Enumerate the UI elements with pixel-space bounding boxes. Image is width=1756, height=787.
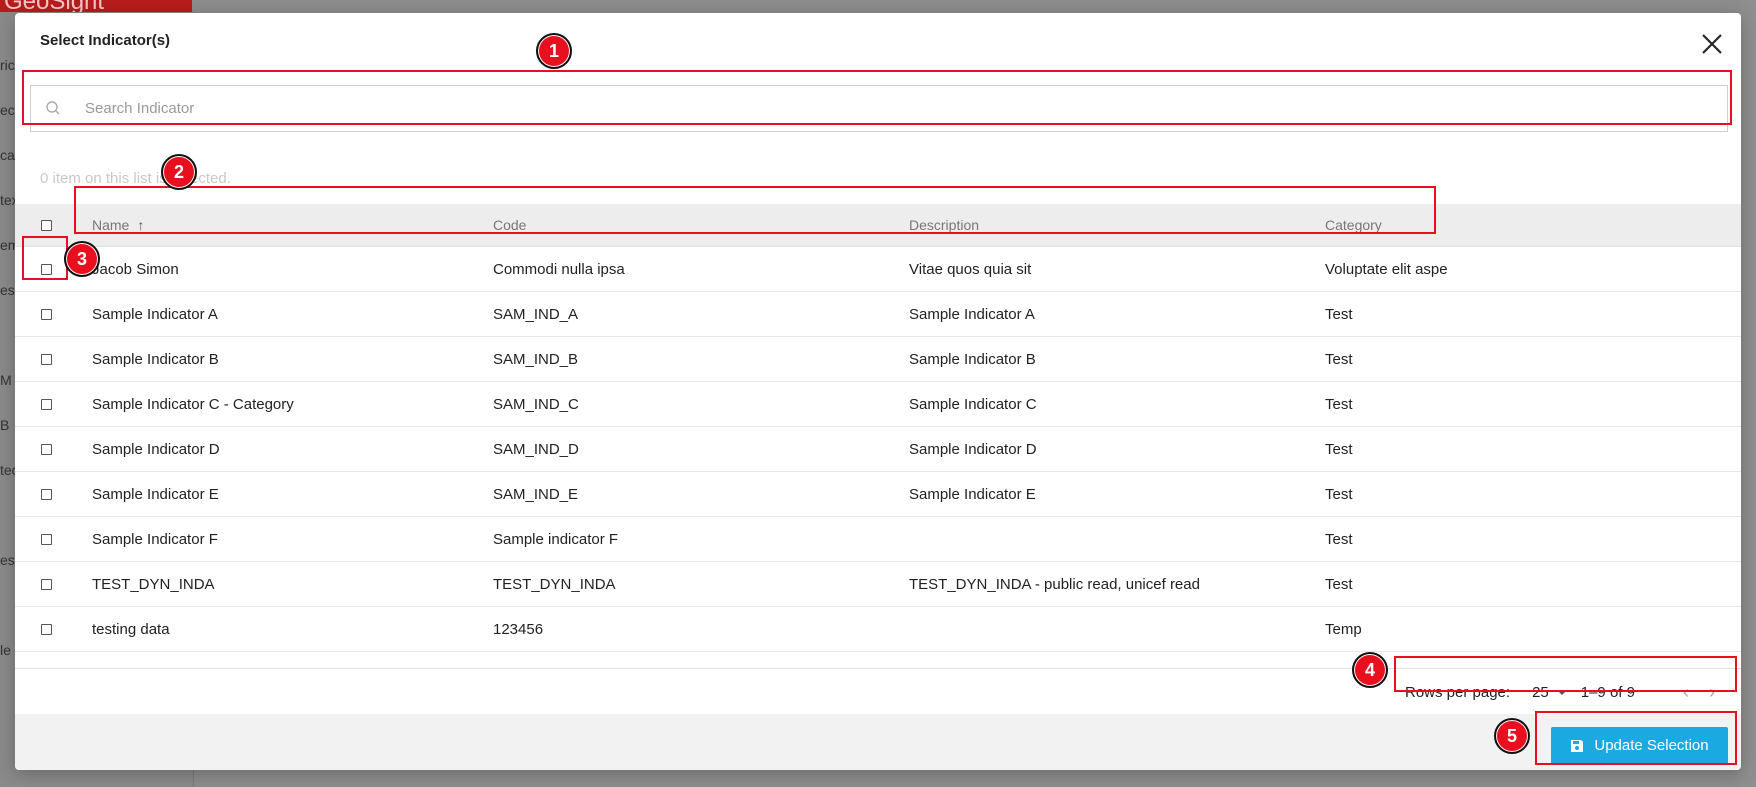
cell-category: Test xyxy=(1325,485,1353,503)
annotation-badge-4: 4 xyxy=(1352,652,1388,688)
column-header-category[interactable]: Category xyxy=(1325,217,1725,233)
search-box xyxy=(30,85,1728,132)
cell-description: Sample Indicator B xyxy=(909,350,1036,368)
cell-name: Sample Indicator C - Category xyxy=(92,395,294,413)
indicator-table: Name ↑ Code Description Category Jacob S… xyxy=(15,204,1741,652)
previous-page-button[interactable]: ‹ xyxy=(1673,677,1699,707)
cell-code: Sample indicator F xyxy=(493,530,619,548)
pagination: Rows per page: 25 1–9 of 9 ‹ › xyxy=(1405,669,1725,715)
cell-description: Sample Indicator E xyxy=(909,485,1036,503)
column-header-description[interactable]: Description xyxy=(909,217,1325,233)
row-checkbox[interactable] xyxy=(40,623,52,635)
cell-description: Vitae quos quia sit xyxy=(909,260,1032,278)
column-header-code[interactable]: Code xyxy=(493,217,909,233)
cell-code: TEST_DYN_INDA xyxy=(493,575,616,593)
table-pagination-bar: Rows per page: 25 1–9 of 9 ‹ › xyxy=(15,668,1741,714)
cell-category: Test xyxy=(1325,575,1353,593)
cell-name: Sample Indicator B xyxy=(92,350,219,368)
dialog-title: Select Indicator(s) xyxy=(40,32,171,49)
table-row[interactable]: Sample Indicator A SAM_IND_A Sample Indi… xyxy=(15,292,1741,337)
cell-code: 123456 xyxy=(493,620,544,638)
row-checkbox[interactable] xyxy=(40,398,52,410)
annotation-badge-2: 2 xyxy=(161,154,197,190)
row-checkbox[interactable] xyxy=(40,443,52,455)
table-row[interactable]: Jacob Simon Commodi nulla ipsa Vitae quo… xyxy=(15,247,1741,292)
selection-info: 0 item on this list is selected. xyxy=(40,170,231,187)
background-right-panel xyxy=(1740,0,1756,787)
row-checkbox[interactable] xyxy=(40,263,52,275)
row-checkbox[interactable] xyxy=(40,578,52,590)
cell-name: Sample Indicator D xyxy=(92,440,220,458)
cell-code: SAM_IND_C xyxy=(493,395,579,413)
row-checkbox[interactable] xyxy=(40,533,52,545)
cell-category: Test xyxy=(1325,305,1353,323)
cell-description: Sample Indicator D xyxy=(909,440,1037,458)
table-row[interactable]: testing data 123456 Temp xyxy=(15,607,1741,652)
dialog-footer: Update Selection xyxy=(15,714,1741,770)
select-all-cell xyxy=(15,219,77,231)
pagination-range: 1–9 of 9 xyxy=(1580,683,1635,701)
cell-category: Test xyxy=(1325,440,1353,458)
cell-description: Sample Indicator A xyxy=(909,305,1035,323)
row-checkbox[interactable] xyxy=(40,353,52,365)
table-row[interactable]: TEST_DYN_INDA TEST_DYN_INDA TEST_DYN_IND… xyxy=(15,562,1741,607)
cell-description: TEST_DYN_INDA - public read, unicef read xyxy=(909,575,1200,593)
column-header-name[interactable]: Name ↑ xyxy=(77,217,493,233)
select-all-checkbox[interactable] xyxy=(40,219,52,231)
close-button[interactable] xyxy=(1695,27,1729,61)
annotation-badge-3: 3 xyxy=(64,241,100,277)
table-row[interactable]: Sample Indicator B SAM_IND_B Sample Indi… xyxy=(15,337,1741,382)
cell-code: SAM_IND_B xyxy=(493,350,579,368)
table-header: Name ↑ Code Description Category xyxy=(15,204,1741,247)
table-row[interactable]: Sample Indicator E SAM_IND_E Sample Indi… xyxy=(15,472,1741,517)
cell-name: Sample Indicator A xyxy=(92,305,218,323)
close-icon xyxy=(1702,34,1722,54)
cell-name: Jacob Simon xyxy=(92,260,179,278)
cell-name: Sample Indicator E xyxy=(92,485,219,503)
cell-code: SAM_IND_D xyxy=(493,440,579,458)
rows-per-page-select[interactable]: 25 xyxy=(1532,684,1549,701)
search-input[interactable] xyxy=(85,86,1685,131)
next-page-button[interactable]: › xyxy=(1699,677,1725,707)
rows-per-page-label: Rows per page: xyxy=(1405,683,1511,701)
chevron-down-icon[interactable] xyxy=(1556,689,1567,695)
cell-code: SAM_IND_E xyxy=(493,485,579,503)
save-icon xyxy=(1571,739,1584,752)
row-checkbox[interactable] xyxy=(40,488,52,500)
cell-category: Temp xyxy=(1325,620,1362,638)
table-row[interactable]: Sample Indicator F Sample indicator F Te… xyxy=(15,517,1741,562)
annotation-badge-1: 1 xyxy=(536,33,572,69)
select-indicator-dialog: Select Indicator(s) 0 item on this list … xyxy=(15,13,1741,770)
cell-category: Test xyxy=(1325,395,1353,413)
annotation-badge-5: 5 xyxy=(1494,718,1530,754)
cell-name: testing data xyxy=(92,620,170,638)
cell-category: Test xyxy=(1325,530,1353,548)
table-row[interactable]: Sample Indicator C - Category SAM_IND_C … xyxy=(15,382,1741,427)
cell-name: TEST_DYN_INDA xyxy=(92,575,215,593)
row-checkbox[interactable] xyxy=(40,308,52,320)
sort-ascending-icon: ↑ xyxy=(137,217,145,233)
chevron-right-icon: › xyxy=(1708,681,1715,702)
cell-code: Commodi nulla ipsa xyxy=(493,260,625,278)
cell-code: SAM_IND_A xyxy=(493,305,579,323)
search-icon xyxy=(46,101,60,115)
table-row[interactable]: Sample Indicator D SAM_IND_D Sample Indi… xyxy=(15,427,1741,472)
cell-category: Test xyxy=(1325,350,1353,368)
chevron-left-icon: ‹ xyxy=(1682,681,1689,702)
cell-description: Sample Indicator C xyxy=(909,395,1037,413)
app-logo: GeoSight xyxy=(0,0,192,12)
update-selection-button[interactable]: Update Selection xyxy=(1551,727,1728,764)
cell-name: Sample Indicator F xyxy=(92,530,218,548)
cell-category: Voluptate elit aspe xyxy=(1325,260,1448,278)
